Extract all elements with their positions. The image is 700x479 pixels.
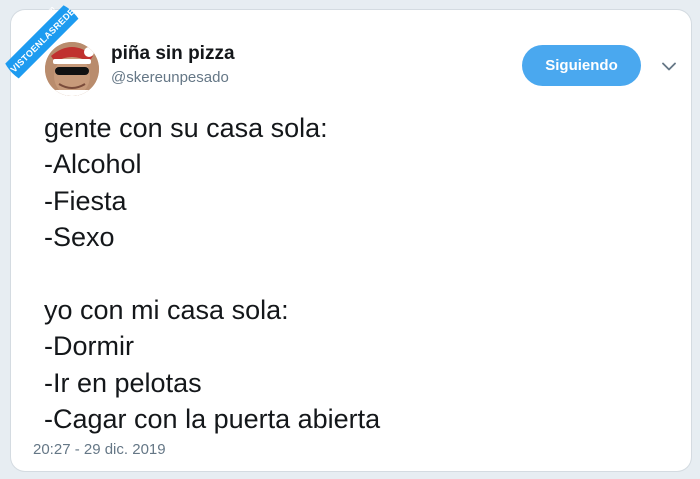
tweet-line: gente con su casa sola: [44,113,328,143]
tweet-text: gente con su casa sola: -Alcohol -Fiesta… [44,110,664,438]
tweet-line: -Ir en pelotas [44,367,202,398]
watermark-badge: VISTOENLASREDES .com [0,0,86,86]
chevron-down-icon[interactable] [661,58,677,74]
user-handle[interactable]: @skereunpesado [111,69,229,86]
tweet-line: -Sexo [44,222,115,253]
tweet-line: yo con mi casa sola: [44,294,289,325]
display-name[interactable]: piña sin pizza [111,43,235,65]
tweet-line: -Dormir [44,331,134,362]
tweet-timestamp[interactable]: 20:27 - 29 dic. 2019 [33,441,166,458]
following-button[interactable]: Siguiendo [522,45,641,86]
tweet-line: -Alcohol [44,149,142,180]
tweet-line: -Fiesta [44,185,127,216]
tweet-line: -Cagar con la puerta abierta [44,404,381,435]
tweet-card: piña sin pizza @skereunpesado Siguiendo … [11,10,691,471]
